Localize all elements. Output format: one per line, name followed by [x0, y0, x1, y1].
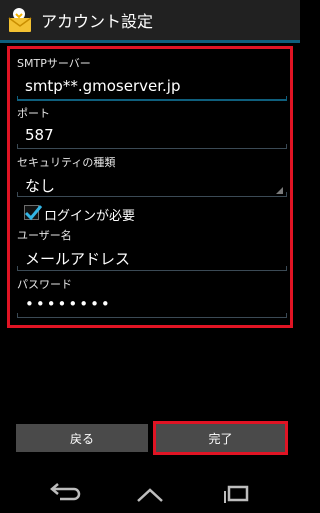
security-type-label: セキュリティの種類	[17, 156, 116, 169]
login-required-label[interactable]: ログインが必要	[44, 205, 135, 224]
action-bar: アカウント設定	[0, 0, 300, 40]
password-label: パスワード	[17, 278, 72, 291]
mail-icon	[7, 6, 35, 34]
port-label: ポート	[17, 107, 50, 120]
port-underline	[17, 144, 287, 149]
back-button[interactable]: 戻る	[16, 424, 148, 452]
username-underline	[17, 266, 287, 271]
checkmark-icon	[24, 205, 43, 221]
security-type-underline	[17, 192, 287, 197]
password-underline	[17, 313, 287, 318]
smtp-server-underline	[17, 96, 287, 101]
recent-apps-icon[interactable]	[216, 481, 256, 505]
outgoing-server-form: SMTPサーバー smtp**.gmoserver.jp ポート 587 セキュ…	[7, 46, 293, 328]
home-nav-icon[interactable]	[130, 481, 170, 505]
username-label: ユーザー名	[17, 229, 72, 242]
security-type-select[interactable]: なし	[25, 175, 55, 196]
dropdown-arrow-icon[interactable]	[276, 187, 283, 194]
smtp-server-input[interactable]: smtp**.gmoserver.jp	[25, 77, 180, 95]
smtp-server-label: SMTPサーバー	[17, 57, 91, 70]
username-input[interactable]: メールアドレス	[25, 248, 130, 269]
back-nav-icon[interactable]	[44, 481, 84, 505]
action-bar-divider	[0, 40, 300, 43]
port-input[interactable]: 587	[25, 126, 54, 144]
page-title: アカウント設定	[41, 12, 154, 31]
login-required-checkbox[interactable]	[24, 205, 43, 221]
done-button[interactable]: 完了	[153, 421, 288, 455]
system-nav-bar	[0, 473, 300, 513]
password-input[interactable]: ••••••••	[25, 295, 112, 313]
